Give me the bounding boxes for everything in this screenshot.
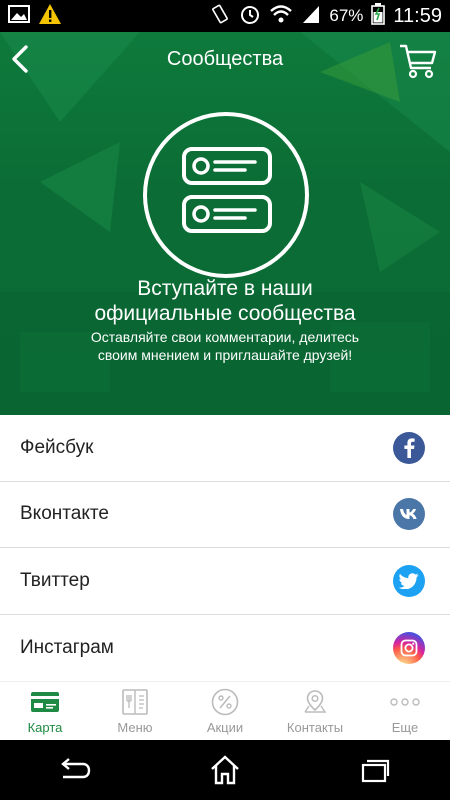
status-time: 11:59 bbox=[393, 4, 442, 27]
list-item-facebook[interactable]: Фейсбук bbox=[0, 415, 450, 482]
server-list-icon bbox=[182, 147, 272, 233]
bottom-tab-bar: Карта Меню Акции Контакты Еще bbox=[0, 681, 450, 740]
tab-label: Еще bbox=[391, 720, 419, 735]
list-item-label: Вконтакте bbox=[20, 503, 109, 525]
facebook-icon bbox=[393, 431, 425, 464]
vk-icon bbox=[393, 498, 425, 531]
gallery-icon bbox=[8, 4, 30, 29]
tab-label: Акции bbox=[206, 720, 244, 735]
vibrate-icon bbox=[209, 3, 231, 30]
system-nav-bar bbox=[0, 740, 450, 800]
status-right: 67% 11:59 bbox=[209, 2, 442, 30]
cart-icon bbox=[400, 44, 437, 79]
cart-button[interactable] bbox=[398, 42, 438, 80]
tab-card[interactable]: Карта bbox=[0, 682, 90, 740]
hero-heading-line2: официальные сообщества bbox=[94, 302, 356, 325]
back-arrow-icon bbox=[61, 758, 91, 779]
tab-label: Карта bbox=[27, 720, 63, 735]
status-bar: 67% 11:59 bbox=[0, 0, 450, 32]
communities-list: Фейсбук Вконтакте Твиттер Инстаграм bbox=[0, 415, 450, 681]
signal-icon bbox=[301, 4, 321, 29]
location-pin-icon bbox=[298, 688, 332, 716]
page-title: Сообщества bbox=[166, 48, 284, 70]
tab-label: Контакты bbox=[286, 720, 344, 735]
hero-heading: Вступайте в наши официальные сообщества bbox=[0, 276, 450, 326]
percent-icon bbox=[208, 688, 242, 716]
list-item-vkontakte[interactable]: Вконтакте bbox=[0, 482, 450, 548]
warning-icon bbox=[38, 3, 62, 30]
alarm-icon bbox=[239, 3, 261, 30]
recents-icon bbox=[361, 759, 390, 783]
communities-emblem bbox=[143, 112, 309, 278]
tab-menu[interactable]: Меню bbox=[90, 682, 180, 740]
hero-subtitle-line2: своим мнением и приглашайте друзей! bbox=[97, 347, 353, 363]
more-icon bbox=[388, 688, 422, 716]
tab-contacts[interactable]: Контакты bbox=[270, 682, 360, 740]
tab-label: Меню bbox=[117, 720, 153, 735]
menu-book-icon bbox=[118, 688, 152, 716]
list-item-label: Фейсбук bbox=[20, 436, 94, 458]
card-icon bbox=[28, 688, 62, 716]
battery-icon bbox=[371, 2, 386, 30]
home-icon bbox=[211, 755, 239, 785]
twitter-icon bbox=[393, 564, 425, 597]
list-item-label: Инстаграм bbox=[20, 636, 114, 658]
system-home-button[interactable] bbox=[195, 750, 255, 790]
wifi-icon bbox=[269, 4, 293, 29]
system-back-button[interactable] bbox=[45, 750, 105, 790]
list-item-label: Твиттер bbox=[20, 569, 90, 591]
hero-banner: Сообщества Вступайте в наши официальные … bbox=[0, 32, 450, 415]
tab-more[interactable]: Еще bbox=[360, 682, 450, 740]
list-item-twitter[interactable]: Твиттер bbox=[0, 548, 450, 615]
hero-subtitle: Оставляйте свои комментарии, делитесь св… bbox=[0, 328, 450, 364]
status-left bbox=[8, 3, 62, 30]
instagram-icon bbox=[393, 631, 425, 664]
tab-promotions[interactable]: Акции bbox=[180, 682, 270, 740]
system-recents-button[interactable] bbox=[345, 750, 405, 790]
hero-heading-line1: Вступайте в наши bbox=[137, 277, 313, 300]
hero-subtitle-line1: Оставляйте свои комментарии, делитесь bbox=[90, 329, 360, 345]
battery-percent: 67% bbox=[329, 6, 364, 25]
list-item-instagram[interactable]: Инстаграм bbox=[0, 615, 450, 682]
